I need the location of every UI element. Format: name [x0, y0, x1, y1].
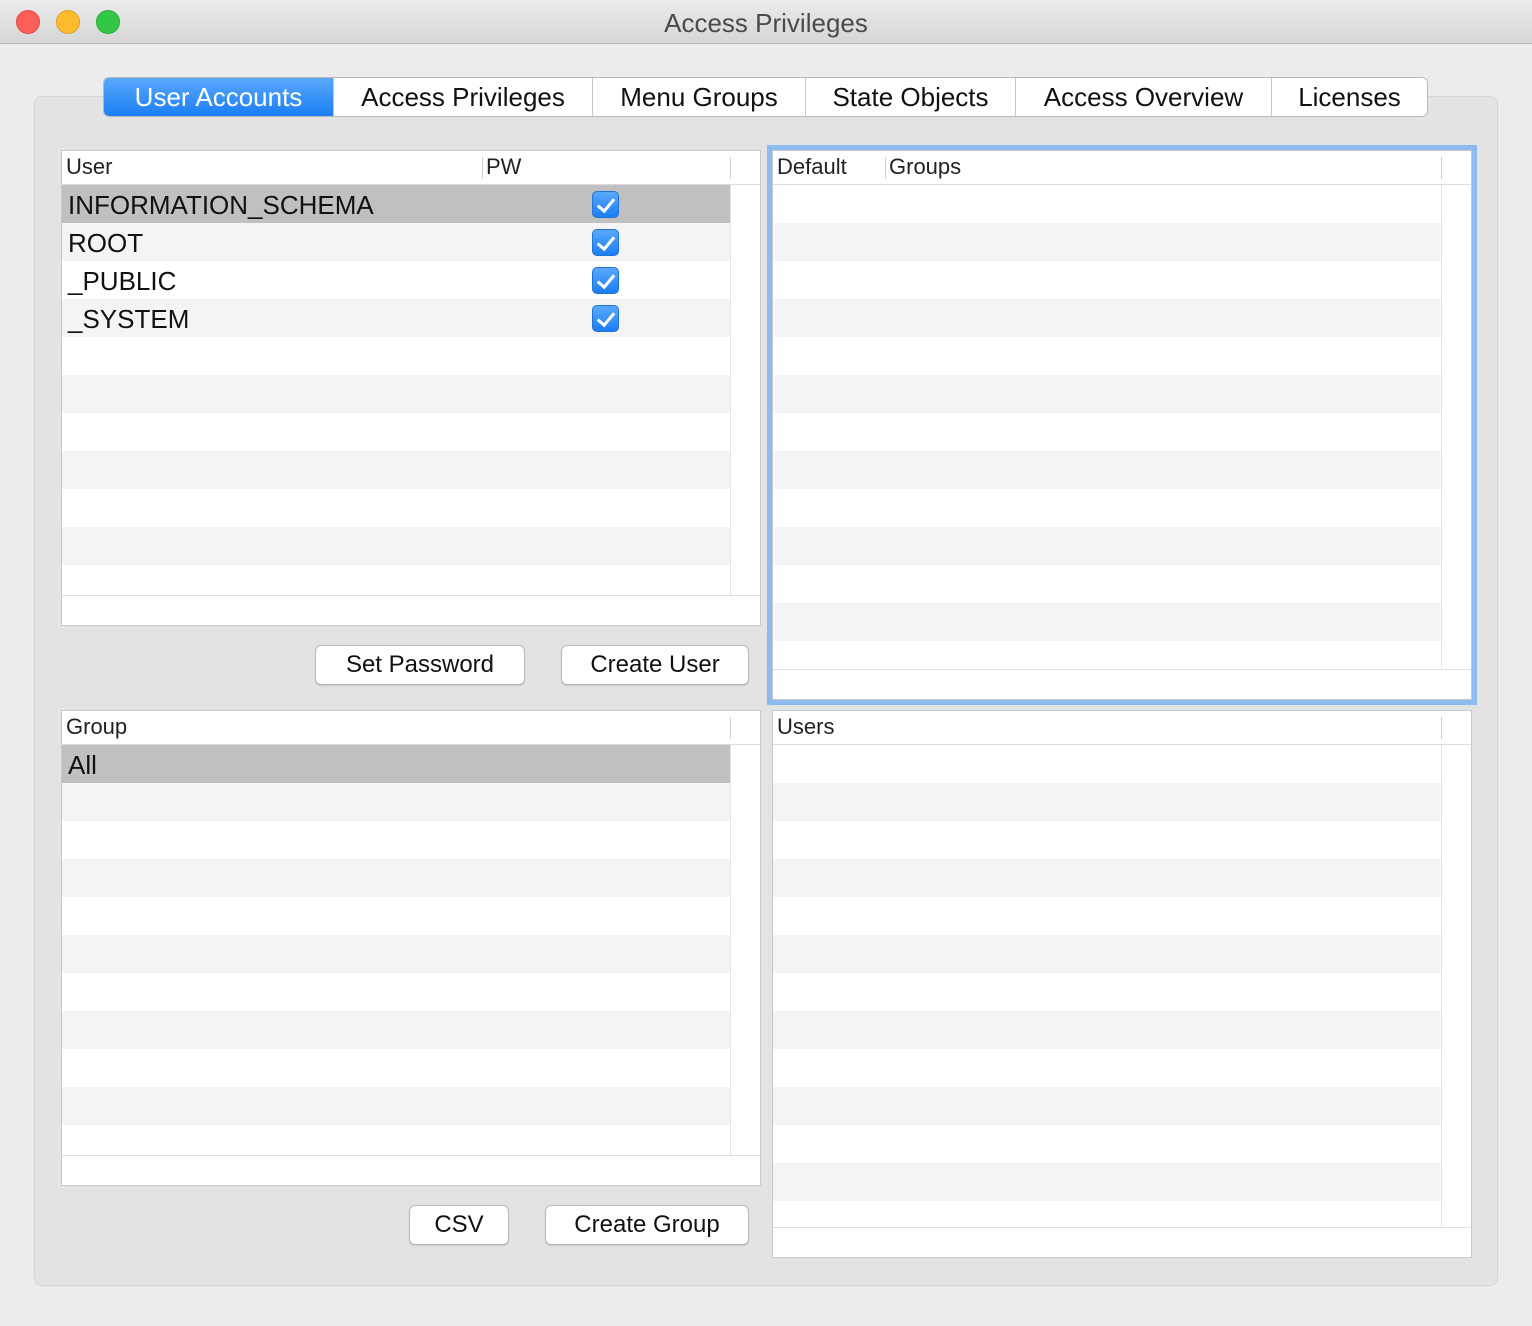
groups-table[interactable]: Group All — [61, 710, 761, 1186]
column-header-user[interactable]: User — [62, 151, 482, 185]
empty-row — [773, 1125, 1441, 1163]
column-divider[interactable] — [730, 717, 731, 739]
empty-row — [62, 1087, 730, 1125]
empty-row — [62, 821, 730, 859]
empty-row — [62, 897, 730, 935]
group-users-table-header: Users — [773, 711, 1471, 745]
column-header-group[interactable]: Group — [62, 711, 730, 745]
empty-row — [773, 489, 1441, 527]
empty-row — [62, 1049, 730, 1087]
window-title: Access Privileges — [664, 8, 868, 38]
vertical-scrollbar[interactable] — [730, 745, 760, 1155]
user-name-cell: INFORMATION_SCHEMA — [68, 190, 374, 220]
table-row[interactable]: INFORMATION_SCHEMA — [62, 185, 730, 223]
empty-row — [62, 1011, 730, 1049]
empty-row — [773, 973, 1441, 1011]
users-table[interactable]: User PW INFORMATION_SCHEMA ROOT _PUBLIC … — [61, 150, 761, 626]
column-divider[interactable] — [1441, 157, 1442, 179]
empty-row — [62, 973, 730, 1011]
group-users-table[interactable]: Users — [772, 710, 1472, 1258]
column-header-pw[interactable]: PW — [482, 151, 730, 185]
groups-table-rows: All — [62, 745, 730, 1163]
user-name-cell: ROOT — [68, 228, 144, 258]
table-row[interactable]: _SYSTEM — [62, 299, 730, 337]
empty-row — [62, 337, 730, 375]
vertical-scrollbar[interactable] — [1441, 185, 1471, 669]
horizontal-scrollbar[interactable] — [62, 1155, 760, 1185]
tab-user-accounts[interactable]: User Accounts — [104, 78, 333, 116]
empty-row — [773, 897, 1441, 935]
csv-button[interactable]: CSV — [409, 1205, 509, 1245]
groups-table-header: Group — [62, 711, 760, 745]
column-divider[interactable] — [730, 157, 731, 179]
create-group-button[interactable]: Create Group — [545, 1205, 749, 1245]
empty-row — [773, 603, 1441, 641]
user-name-cell: _SYSTEM — [68, 304, 190, 334]
empty-row — [773, 821, 1441, 859]
set-password-button[interactable]: Set Password — [315, 645, 525, 685]
horizontal-scrollbar[interactable] — [62, 595, 760, 625]
empty-row — [62, 783, 730, 821]
empty-row — [773, 783, 1441, 821]
table-row[interactable]: All — [62, 745, 730, 783]
empty-row — [62, 859, 730, 897]
horizontal-scrollbar[interactable] — [773, 669, 1471, 699]
users-table-rows: INFORMATION_SCHEMA ROOT _PUBLIC _SYSTEM — [62, 185, 730, 603]
group-users-table-rows — [773, 745, 1441, 1227]
pw-checkbox[interactable] — [592, 267, 619, 294]
empty-row — [773, 527, 1441, 565]
empty-row — [773, 223, 1441, 261]
table-row[interactable]: _PUBLIC — [62, 261, 730, 299]
pw-checkbox[interactable] — [592, 305, 619, 332]
column-header-users[interactable]: Users — [773, 711, 1441, 745]
column-divider[interactable] — [1441, 717, 1442, 739]
users-table-header: User PW — [62, 151, 760, 185]
empty-row — [773, 859, 1441, 897]
empty-row — [773, 1163, 1441, 1201]
empty-row — [62, 413, 730, 451]
create-user-button[interactable]: Create User — [561, 645, 749, 685]
empty-row — [62, 451, 730, 489]
tab-access-overview[interactable]: Access Overview — [1015, 78, 1271, 116]
column-header-default[interactable]: Default — [773, 151, 885, 185]
empty-row — [62, 375, 730, 413]
tab-state-objects[interactable]: State Objects — [805, 78, 1015, 116]
empty-row — [62, 527, 730, 565]
group-name-cell: All — [68, 750, 97, 780]
user-groups-table-header: Default Groups — [773, 151, 1471, 185]
empty-row — [62, 935, 730, 973]
empty-row — [773, 375, 1441, 413]
empty-row — [773, 1049, 1441, 1087]
tab-access-privileges[interactable]: Access Privileges — [333, 78, 592, 116]
empty-row — [773, 451, 1441, 489]
vertical-scrollbar[interactable] — [730, 185, 760, 595]
empty-row — [773, 337, 1441, 375]
empty-row — [773, 935, 1441, 973]
title-bar: Access Privileges — [0, 0, 1532, 44]
pw-checkbox[interactable] — [592, 191, 619, 218]
user-name-cell: _PUBLIC — [68, 266, 177, 296]
pw-checkbox[interactable] — [592, 229, 619, 256]
empty-row — [773, 745, 1441, 783]
empty-row — [773, 185, 1441, 223]
vertical-scrollbar[interactable] — [1441, 745, 1471, 1227]
column-header-groups[interactable]: Groups — [885, 151, 1441, 185]
empty-row — [773, 261, 1441, 299]
empty-row — [62, 489, 730, 527]
user-groups-table-rows — [773, 185, 1441, 679]
user-groups-table[interactable]: Default Groups — [767, 145, 1477, 705]
table-row[interactable]: ROOT — [62, 223, 730, 261]
horizontal-scrollbar[interactable] — [773, 1227, 1471, 1257]
empty-row — [773, 1011, 1441, 1049]
empty-row — [773, 299, 1441, 337]
tab-menu-groups[interactable]: Menu Groups — [592, 78, 805, 116]
empty-row — [773, 413, 1441, 451]
empty-row — [773, 1087, 1441, 1125]
empty-row — [773, 565, 1441, 603]
tab-bar: User Accounts Access Privileges Menu Gro… — [103, 77, 1428, 117]
tab-licenses[interactable]: Licenses — [1271, 78, 1427, 116]
